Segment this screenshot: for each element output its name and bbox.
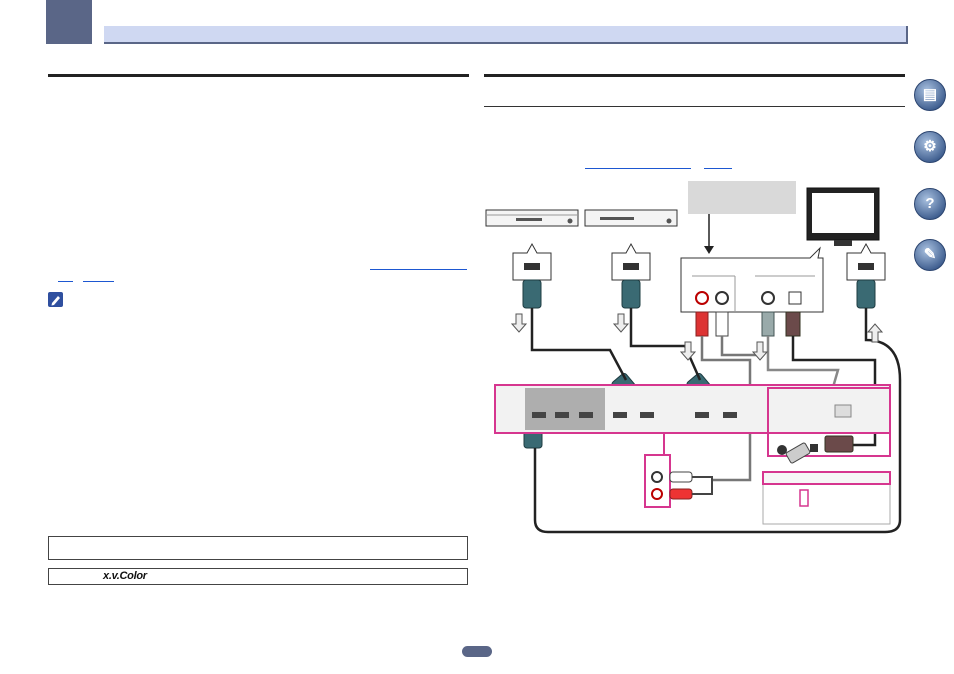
optical-plug xyxy=(785,311,801,337)
tools-icon[interactable]: ✎ xyxy=(914,239,946,271)
left-link-3[interactable] xyxy=(83,281,114,282)
rca-red-plug xyxy=(695,311,709,337)
header-bar xyxy=(104,26,908,44)
xvcolor-box: x.v.Color xyxy=(48,568,468,585)
connection-diagram xyxy=(485,187,902,534)
right-section-rule xyxy=(484,74,905,77)
page-number-pill xyxy=(462,646,492,657)
hdmi-input-group xyxy=(525,388,605,430)
rca-white-plug xyxy=(715,311,729,337)
troubleshooting-icon[interactable]: ? xyxy=(914,188,946,220)
remote-settings-icon[interactable]: ⚙ xyxy=(914,131,946,163)
right-link-1[interactable] xyxy=(585,168,691,169)
tv-audio-l-jack xyxy=(715,291,729,305)
bluray-hdmi-port xyxy=(524,263,540,270)
tv-hdmi-port xyxy=(858,263,874,270)
note-pencil-icon xyxy=(48,292,63,307)
tv-hdmi-plug xyxy=(856,279,876,309)
book-icon[interactable]: ▤ xyxy=(914,79,946,111)
bluray-hdmi-bubble xyxy=(512,242,552,281)
tv-optical-jack xyxy=(788,291,802,305)
left-link-2[interactable] xyxy=(58,281,73,282)
dvd-hdmi-plug xyxy=(621,279,641,309)
right-link-2[interactable] xyxy=(704,168,732,169)
xvcolor-label: x.v.Color xyxy=(103,570,147,582)
bluray-player-icon xyxy=(485,209,579,227)
right-subsection-rule xyxy=(484,106,905,107)
left-section-rule xyxy=(48,74,469,77)
tv-audio-r-jack xyxy=(695,291,709,305)
tv-icon xyxy=(806,187,880,246)
tv-coaxial-jack xyxy=(761,291,775,305)
chapter-tab xyxy=(46,0,92,44)
info-box xyxy=(48,536,468,560)
dvd-hdmi-bubble xyxy=(611,242,651,281)
tv-hdmi-bubble xyxy=(846,242,886,281)
left-link-1[interactable] xyxy=(370,269,467,270)
dvd-player-icon xyxy=(584,209,678,227)
coaxial-plug xyxy=(761,311,775,337)
dvd-hdmi-port xyxy=(623,263,639,270)
bluray-hdmi-plug xyxy=(522,279,542,309)
